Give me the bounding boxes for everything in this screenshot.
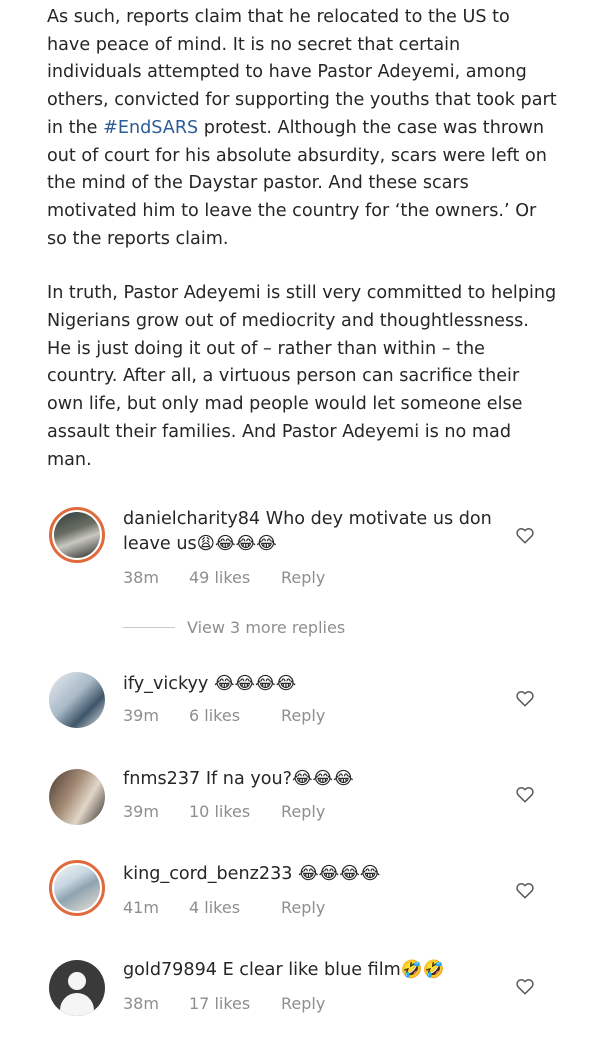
heart-icon[interactable] [515,526,535,544]
reply-button[interactable]: Reply [281,898,325,917]
comment-meta: 39m 6 likes Reply [123,706,325,725]
reply-button[interactable]: Reply [281,706,325,725]
comment-text: danielcharity84 Who dey motivate us don … [123,507,503,557]
comment-username[interactable]: gold79894 [123,960,217,980]
comment-likes[interactable]: 49 likes [189,568,281,587]
comment-likes[interactable]: 6 likes [189,706,281,725]
comment-meta: 38m 17 likes Reply [123,994,325,1013]
comment-time: 38m [123,994,159,1013]
comment-time: 38m [123,568,159,587]
reply-button[interactable]: Reply [281,568,325,587]
comment-body: If na you?😂😂😂 [205,769,354,789]
heart-icon[interactable] [515,785,535,803]
comment-meta: 38m 49 likes Reply [123,568,325,587]
avatar[interactable] [49,769,105,825]
comment-likes[interactable]: 17 likes [189,994,281,1013]
comment-item: ify_vickyy 😂😂😂😂 39m 6 likes Reply [0,672,592,762]
person-silhouette-icon[interactable] [49,960,105,1016]
caption-paragraph-1: As such, reports claim that he relocated… [47,4,557,253]
hashtag-link[interactable]: #EndSARS [103,118,198,138]
comment-text: gold79894 E clear like blue film🤣🤣 [123,958,503,983]
comment-item: gold79894 E clear like blue film🤣🤣 38m 1… [0,958,592,1048]
heart-icon[interactable] [515,977,535,995]
avatar[interactable] [49,672,105,728]
comment-likes[interactable]: 10 likes [189,802,281,821]
heart-icon[interactable] [515,689,535,707]
comment-username[interactable]: fnms237 [123,769,200,789]
comment-username[interactable]: king_cord_benz233 [123,864,292,884]
heart-icon[interactable] [515,881,535,899]
view-replies-label[interactable]: View 3 more replies [187,618,345,637]
avatar[interactable] [49,860,105,916]
reply-button[interactable]: Reply [281,802,325,821]
comment-body: E clear like blue film🤣🤣 [222,960,445,980]
post-caption: As such, reports claim that he relocated… [47,4,557,474]
comment-username[interactable]: danielcharity84 [123,509,260,529]
comment-item: king_cord_benz233 😂😂😂😂 41m 4 likes Reply [0,860,592,950]
comment-text: ify_vickyy 😂😂😂😂 [123,672,503,697]
comment-text: king_cord_benz233 😂😂😂😂 [123,862,503,887]
divider-line [123,627,175,628]
comment-body: 😂😂😂😂 [298,864,381,884]
comment-meta: 39m 10 likes Reply [123,802,325,821]
reply-button[interactable]: Reply [281,994,325,1013]
comment-time: 41m [123,898,159,917]
comment-time: 39m [123,706,159,725]
comment-item: danielcharity84 Who dey motivate us don … [0,505,592,595]
comment-time: 39m [123,802,159,821]
comment-username[interactable]: ify_vickyy [123,674,208,694]
comment-text: fnms237 If na you?😂😂😂 [123,767,503,792]
caption-paragraph-2: In truth, Pastor Adeyemi is still very c… [47,283,557,470]
avatar[interactable] [49,507,105,563]
comment-likes[interactable]: 4 likes [189,898,281,917]
comment-item: fnms237 If na you?😂😂😂 39m 10 likes Reply [0,767,592,857]
view-more-replies[interactable]: View 3 more replies [123,618,345,637]
comment-meta: 41m 4 likes Reply [123,898,325,917]
comment-body: 😂😂😂😂 [213,674,297,694]
